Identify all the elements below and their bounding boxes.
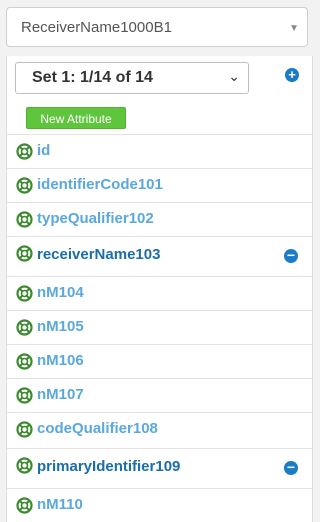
minus-circle-icon[interactable]: − bbox=[284, 248, 298, 263]
attribute-panel: ReceiverName1000B1 ▼ Set 1: 1/14 of 14 ⌄… bbox=[0, 0, 319, 522]
attribute-label[interactable]: nM106 bbox=[37, 352, 84, 369]
attribute-label[interactable]: typeQualifier102 bbox=[37, 210, 154, 227]
attribute-row[interactable]: nM105 bbox=[7, 310, 312, 344]
new-attribute-button[interactable]: New Attribute bbox=[26, 107, 126, 129]
attribute-label[interactable]: nM104 bbox=[37, 284, 84, 301]
attribute-label[interactable]: nM105 bbox=[37, 318, 84, 335]
attribute-label[interactable]: identifierCode101 bbox=[37, 176, 163, 193]
life-ring-icon bbox=[16, 245, 33, 262]
attribute-row[interactable]: codeQualifier108 bbox=[7, 412, 312, 446]
attribute-row[interactable]: typeQualifier102 bbox=[7, 202, 312, 236]
attribute-label[interactable]: receiverName103 bbox=[37, 246, 160, 263]
segment-select-value: ReceiverName1000B1 bbox=[21, 19, 172, 36]
attribute-row[interactable]: nM104 bbox=[7, 276, 312, 310]
life-ring-icon bbox=[16, 421, 33, 438]
attribute-row[interactable]: primaryIdentifier109 − bbox=[7, 448, 312, 488]
attribute-row[interactable]: id bbox=[7, 134, 312, 168]
life-ring-icon bbox=[16, 211, 33, 228]
attribute-row[interactable]: identifierCode101 bbox=[7, 168, 312, 202]
attribute-card: Set 1: 1/14 of 14 ⌄ + New Attribute id id… bbox=[6, 56, 313, 522]
segment-select[interactable]: ReceiverName1000B1 ▼ bbox=[6, 7, 308, 47]
attribute-row[interactable]: receiverName103 − bbox=[7, 236, 312, 276]
attribute-row[interactable]: nM106 bbox=[7, 344, 312, 378]
minus-circle-icon[interactable]: − bbox=[284, 460, 298, 475]
attribute-label[interactable]: nM110 bbox=[37, 496, 83, 513]
attribute-label[interactable]: nM107 bbox=[37, 386, 84, 403]
life-ring-icon bbox=[16, 457, 33, 474]
attribute-row[interactable]: nM110 bbox=[7, 488, 312, 522]
life-ring-icon bbox=[16, 353, 33, 370]
set-select-value: Set 1: 1/14 of 14 bbox=[32, 69, 153, 86]
life-ring-icon bbox=[16, 497, 33, 514]
life-ring-icon bbox=[16, 387, 33, 404]
set-select[interactable]: Set 1: 1/14 of 14 ⌄ bbox=[15, 62, 249, 94]
life-ring-icon bbox=[16, 177, 33, 194]
life-ring-icon bbox=[16, 285, 33, 302]
attribute-label[interactable]: primaryIdentifier109 bbox=[37, 458, 180, 475]
dropdown-arrow-icon: ▼ bbox=[289, 23, 299, 34]
add-set-plus-icon[interactable]: + bbox=[285, 68, 299, 82]
chevron-down-icon: ⌄ bbox=[228, 68, 240, 84]
life-ring-icon bbox=[16, 143, 33, 160]
attribute-label[interactable]: codeQualifier108 bbox=[37, 420, 158, 437]
attribute-label[interactable]: id bbox=[37, 142, 50, 159]
attribute-row[interactable]: nM107 bbox=[7, 378, 312, 412]
life-ring-icon bbox=[16, 319, 33, 336]
